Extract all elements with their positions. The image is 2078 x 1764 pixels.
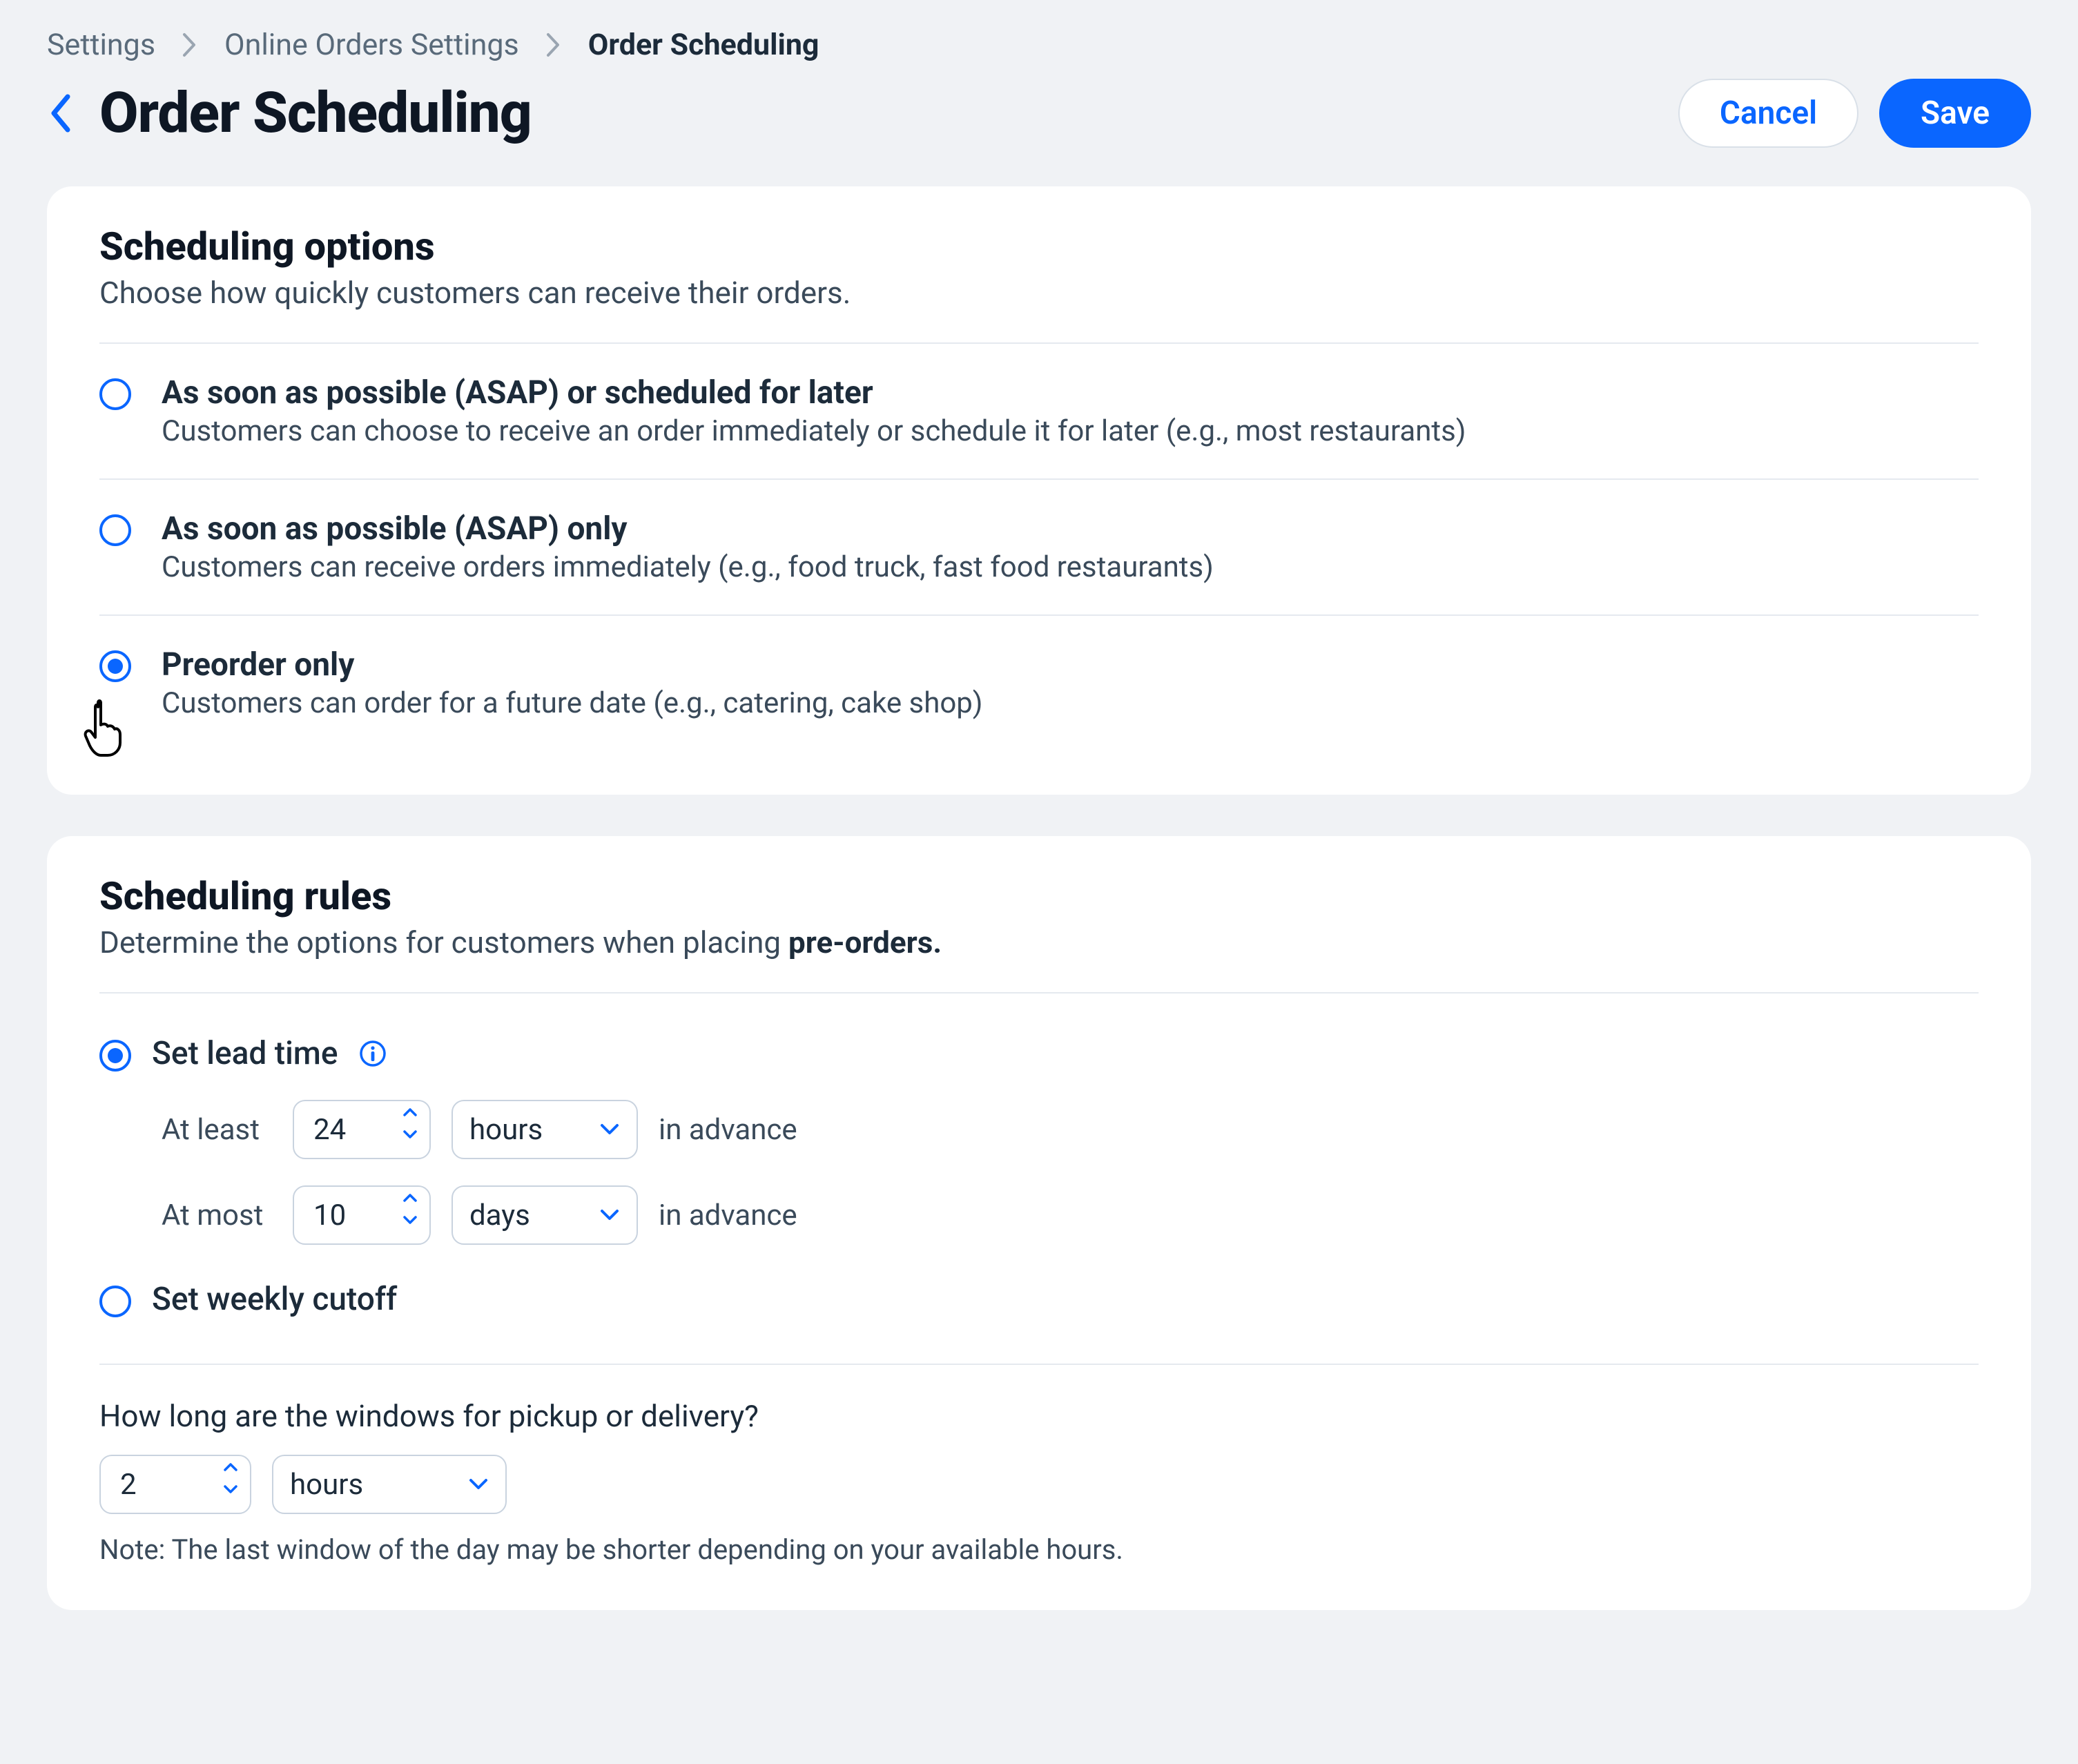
option-title: As soon as possible (ASAP) only [162,510,1214,547]
stepper-icon[interactable] [402,1108,418,1148]
window-value-text: 2 [120,1468,137,1502]
radio-weekly-cutoff[interactable] [99,1286,131,1317]
back-icon[interactable] [47,91,75,135]
breadcrumb-online-orders[interactable]: Online Orders Settings [224,28,519,62]
scheduling-rules-title: Scheduling rules [99,873,1979,919]
chevron-right-icon [182,32,198,58]
window-note: Note: The last window of the day may be … [99,1533,1979,1566]
at-least-label: At least [162,1113,272,1147]
option-asap-only[interactable]: As soon as possible (ASAP) only Customer… [99,478,1979,614]
at-least-value[interactable]: 24 [293,1100,431,1159]
at-most-row: At most 10 days in advanc [162,1185,1979,1245]
option-title: Preorder only [162,646,983,684]
at-most-value-text: 10 [313,1199,346,1232]
option-desc: Customers can choose to receive an order… [162,414,1466,448]
at-least-value-text: 24 [313,1113,346,1147]
scheduling-rules-card: Scheduling rules Determine the options f… [47,836,2031,1610]
cancel-button[interactable]: Cancel [1678,79,1858,148]
breadcrumb-current: Order Scheduling [588,28,819,62]
divider [99,1364,1979,1365]
option-desc: Customers can receive orders immediately… [162,550,1214,584]
at-least-suffix: in advance [659,1113,797,1147]
info-icon[interactable] [359,1040,387,1067]
at-least-unit-text: hours [469,1113,543,1147]
radio-preorder-only[interactable] [99,650,131,682]
stepper-icon[interactable] [222,1463,239,1503]
window-value[interactable]: 2 [99,1455,251,1514]
breadcrumb: Settings Online Orders Settings Order Sc… [47,28,2031,62]
stepper-icon[interactable] [402,1194,418,1234]
at-most-label: At most [162,1199,272,1232]
at-least-unit-select[interactable]: hours [451,1100,638,1159]
lead-time-label: Set lead time [152,1035,338,1072]
at-most-value[interactable]: 10 [293,1185,431,1245]
chevron-right-icon [545,32,562,58]
save-button[interactable]: Save [1879,79,2031,148]
option-asap-or-scheduled[interactable]: As soon as possible (ASAP) or scheduled … [99,342,1979,478]
breadcrumb-settings[interactable]: Settings [47,28,155,62]
page-header: Order Scheduling Cancel Save [47,79,2031,148]
radio-lead-time[interactable] [99,1040,131,1072]
option-preorder-only[interactable]: Preorder only Customers can order for a … [99,614,1979,750]
option-desc: Customers can order for a future date (e… [162,686,983,720]
at-most-unit-text: days [469,1199,530,1232]
chevron-down-icon [599,1208,620,1222]
rule-lead-time[interactable]: Set lead time [99,1027,1979,1080]
radio-asap-only[interactable] [99,514,131,546]
scheduling-rules-subtitle: Determine the options for customers when… [99,924,1979,960]
scheduling-options-card: Scheduling options Choose how quickly cu… [47,186,2031,795]
page-title: Order Scheduling [99,80,532,146]
scheduling-options-title: Scheduling options [99,224,1979,269]
window-unit-select[interactable]: hours [272,1455,507,1514]
subtitle-prefix: Determine the options for customers when… [99,924,788,960]
option-title: As soon as possible (ASAP) or scheduled … [162,374,1466,411]
subtitle-strong: pre-orders. [788,924,942,960]
chevron-down-icon [468,1477,489,1491]
window-question: How long are the windows for pickup or d… [99,1398,1979,1434]
rule-weekly-cutoff[interactable]: Set weekly cutoff [99,1272,1979,1326]
window-unit-text: hours [290,1468,363,1502]
radio-asap-or-scheduled[interactable] [99,378,131,410]
at-most-suffix: in advance [659,1199,797,1232]
scheduling-options-subtitle: Choose how quickly customers can receive… [99,275,1979,311]
at-most-unit-select[interactable]: days [451,1185,638,1245]
chevron-down-icon [599,1123,620,1136]
weekly-cutoff-label: Set weekly cutoff [152,1281,397,1318]
at-least-row: At least 24 hours in adva [162,1100,1979,1159]
